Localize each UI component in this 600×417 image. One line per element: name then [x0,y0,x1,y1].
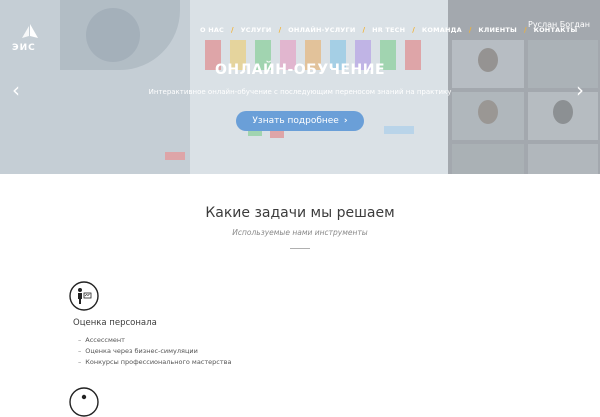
nav-separator: / [524,26,527,34]
nav-item-services[interactable]: Услуги [241,26,272,34]
nav-separator: / [468,26,472,34]
hero-subtitle: Интерактивное онлайн-обучение с последую… [148,88,452,96]
nav-item-team[interactable]: Команда [422,26,462,34]
nav-item-online-services[interactable]: Онлайн-услуги [288,26,355,34]
nav-separator: / [231,26,234,34]
main-navigation: О нас / Услуги / Онлайн-услуги / HR Tech… [200,22,577,38]
dash-icon: – [78,336,82,344]
service-title: Оценка персонала [73,318,157,328]
section-divider [290,248,310,249]
chevron-right-icon: › [343,116,348,126]
logo-sail-shape-left [22,26,29,38]
hero-user-name: Руслан Богдан [528,20,590,29]
learn-more-button-label: Узнать подробнее [252,116,339,126]
list-item-label: Оценка через бизнес-симуляции [85,347,198,355]
hero-title: ОНЛАЙН-ОБУЧЕНИЕ [214,62,386,78]
second-service-icon [69,387,99,417]
learn-more-button[interactable]: Узнать подробнее › [236,111,364,131]
list-item[interactable]: – Ассессмент [78,335,231,346]
list-item-label: Ассессмент [85,336,125,344]
nav-item-clients[interactable]: Клиенты [478,26,517,34]
nav-item-about[interactable]: О нас [200,26,224,34]
nav-item-hr-tech[interactable]: HR Tech [372,26,405,34]
company-logo[interactable] [8,20,52,62]
logo-sail-shape [30,24,38,38]
section-title: Какие задачи мы решаем [205,205,395,221]
logo-text: ЭИС [12,43,36,53]
nav-separator: / [362,26,366,34]
section-subtitle: Используемые нами инструменты [232,228,368,237]
dash-icon: – [78,358,82,366]
list-item[interactable]: – Конкурсы профессионального мастерства [78,357,231,368]
list-item[interactable]: – Оценка через бизнес-симуляции [78,346,231,357]
list-item-label: Конкурсы профессионального мастерства [85,358,232,366]
dash-icon: – [78,347,82,355]
service-list: – Ассессмент – Оценка через бизнес-симуляц… [78,335,231,368]
hero-banner: ЭИС О нас / Услуги / Онлайн-услуги / HR … [0,0,600,174]
assessment-person-icon [69,281,99,311]
nav-separator: / [278,26,282,34]
nav-separator: / [412,26,415,34]
